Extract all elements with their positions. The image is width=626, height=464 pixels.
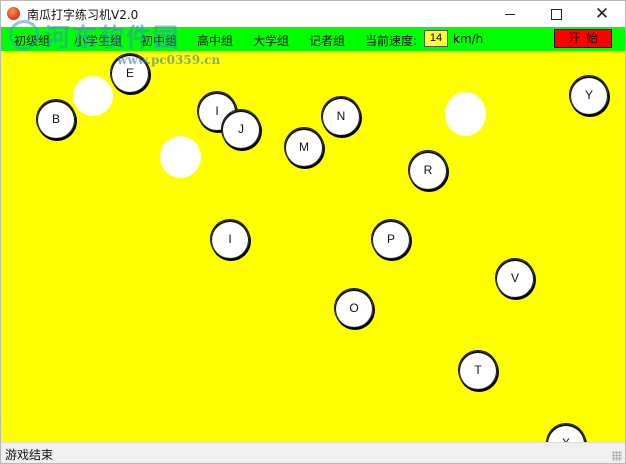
- status-bar: 游戏结束: [1, 442, 625, 463]
- letter-ball: V: [495, 258, 535, 298]
- letter-ball: I: [210, 219, 250, 259]
- close-icon: ✕: [594, 3, 610, 24]
- level-menu-bar: 初级组 小学生组 初中组 高中组 大学组 记者组 当前速度: 14 km/h 开…: [1, 27, 625, 51]
- title-bar: 南瓜打字练习机V2.0 ✕: [1, 1, 625, 27]
- letter-ball: E: [110, 53, 150, 93]
- empty-ball: [73, 76, 113, 116]
- empty-ball: [160, 136, 201, 178]
- letter-ball: P: [371, 219, 411, 259]
- maximize-icon: [550, 8, 562, 20]
- speed-unit: km/h: [453, 32, 484, 46]
- game-area[interactable]: E B I J N Y M R I P V O T X: [1, 51, 625, 442]
- pumpkin-icon: [7, 7, 20, 20]
- minimize-button[interactable]: [487, 1, 533, 27]
- letter-ball: B: [36, 99, 76, 139]
- start-button[interactable]: 开始: [554, 29, 612, 48]
- letter-ball: J: [221, 109, 261, 149]
- window-title: 南瓜打字练习机V2.0: [27, 8, 139, 22]
- status-text: 游戏结束: [5, 448, 54, 462]
- app-window: 南瓜打字练习机V2.0 ✕ 初级组 小学生组 初中组 高中组 大学组 记者组 当…: [0, 0, 626, 464]
- resize-grip-icon[interactable]: [612, 451, 622, 461]
- letter-ball: N: [321, 96, 361, 136]
- menu-item-college[interactable]: 大学组: [253, 32, 289, 49]
- menu-item-beginner[interactable]: 初级组: [14, 32, 50, 49]
- menu-item-junior[interactable]: 初中组: [141, 32, 177, 49]
- maximize-button[interactable]: [533, 1, 579, 27]
- letter-ball: Y: [569, 75, 609, 115]
- minimize-icon: [505, 13, 515, 15]
- letter-ball: M: [284, 127, 324, 167]
- empty-ball: [445, 92, 486, 136]
- menu-item-reporter[interactable]: 记者组: [309, 32, 345, 49]
- letter-ball: X: [546, 423, 586, 442]
- letter-ball: R: [408, 150, 448, 190]
- speed-value: 14: [424, 30, 448, 47]
- speed-label: 当前速度:: [365, 34, 418, 48]
- close-button[interactable]: ✕: [579, 1, 625, 27]
- menu-item-primary[interactable]: 小学生组: [74, 32, 122, 49]
- letter-ball: T: [458, 350, 498, 390]
- menu-item-senior[interactable]: 高中组: [197, 32, 233, 49]
- letter-ball: O: [334, 288, 374, 328]
